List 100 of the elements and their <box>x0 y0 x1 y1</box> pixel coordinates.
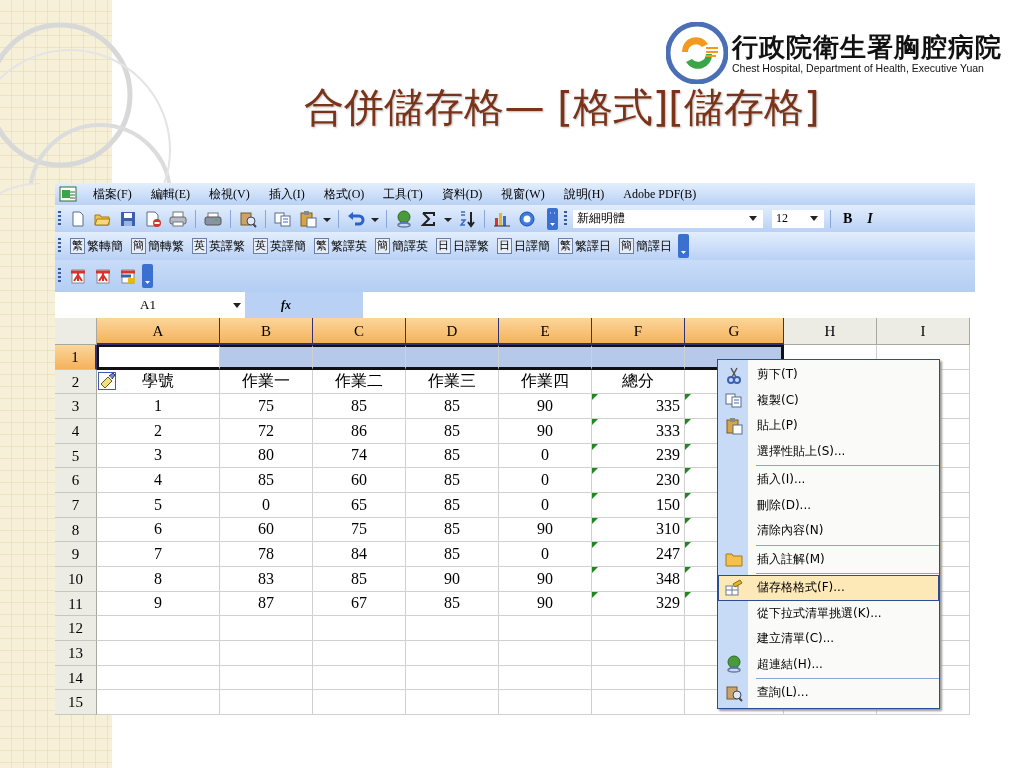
translate-glyph-icon: 英 <box>192 238 207 254</box>
column-header[interactable]: I <box>877 318 970 345</box>
row-header[interactable]: 14 <box>55 665 97 691</box>
row-header[interactable]: 2 <box>55 369 97 395</box>
translate-glyph-icon: 簡 <box>131 238 146 254</box>
translate-button[interactable]: 英 英譯簡 <box>251 237 308 255</box>
translate-glyph-icon: 日 <box>436 238 451 254</box>
context-menu-item[interactable]: 查詢(L)... <box>718 680 939 706</box>
context-menu-item[interactable]: 儲存格格式(F)... <box>718 575 939 601</box>
toolbar-overflow-icon[interactable] <box>142 264 153 288</box>
table-cell: 72 <box>220 418 313 444</box>
globe-link-icon[interactable] <box>395 209 413 228</box>
font-selector[interactable]: 新細明體 <box>573 209 763 228</box>
menu-item[interactable]: 編輯(E) <box>144 185 196 203</box>
translate-button[interactable]: 日 日譯簡 <box>495 237 552 255</box>
row-header[interactable]: 15 <box>55 690 97 715</box>
menu-item[interactable]: 檔案(F) <box>87 185 138 203</box>
row-header[interactable]: 4 <box>55 418 97 444</box>
table-cell: 85 <box>406 443 499 469</box>
insert-function-button[interactable]: fx <box>273 297 299 313</box>
copy-icon[interactable] <box>274 209 292 228</box>
row-header[interactable]: 11 <box>55 591 97 617</box>
help-icon[interactable] <box>518 209 536 228</box>
menu-item[interactable]: 格式(O) <box>317 185 371 203</box>
row-header[interactable]: 7 <box>55 492 97 518</box>
column-header[interactable]: B <box>220 318 313 345</box>
translate-button[interactable]: 簡 簡譯英 <box>373 237 430 255</box>
column-header[interactable]: G <box>685 318 784 345</box>
column-header[interactable]: C <box>313 318 406 345</box>
row-header[interactable]: 13 <box>55 640 97 666</box>
row-header[interactable]: 1 <box>55 345 97 370</box>
table-cell: 1 <box>97 394 220 419</box>
row-header[interactable]: 6 <box>55 468 97 493</box>
table-cell: 67 <box>313 591 406 617</box>
context-menu-item[interactable]: 建立清單(C)... <box>718 626 939 652</box>
menu-item[interactable]: 視窗(W) <box>495 185 551 203</box>
column-header[interactable]: F <box>592 318 685 345</box>
book-magnifier-icon[interactable] <box>239 209 257 228</box>
toolbar-overflow-icon[interactable] <box>547 207 558 230</box>
translate-button[interactable]: 繁 繁轉簡 <box>68 237 125 255</box>
new-document-icon[interactable] <box>69 209 87 228</box>
format-painter-icon[interactable] <box>98 371 116 390</box>
table-cell: 60 <box>220 517 313 543</box>
menu-item[interactable]: 工具(T) <box>377 185 429 203</box>
column-header[interactable]: E <box>499 318 592 345</box>
table-cell: 333 <box>592 418 685 444</box>
menu-item[interactable]: Adobe PDF(B) <box>617 186 703 202</box>
table-cell: 9 <box>97 591 220 617</box>
row-header[interactable]: 5 <box>55 443 97 469</box>
undo-icon[interactable] <box>347 209 365 228</box>
context-menu-item[interactable]: 貼上(P) <box>718 413 939 439</box>
translate-button[interactable]: 簡 簡轉繁 <box>129 237 186 255</box>
row-header[interactable]: 12 <box>55 616 97 641</box>
pdf-convert-icon[interactable] <box>69 267 87 285</box>
context-menu-item[interactable]: 剪下(T) <box>718 362 939 388</box>
row-header[interactable]: 8 <box>55 517 97 543</box>
menu-item[interactable]: 說明(H) <box>557 185 611 203</box>
name-box[interactable]: A1 <box>55 292 205 318</box>
toolbar-overflow-icon[interactable] <box>678 234 689 258</box>
translate-button[interactable]: 簡 簡譯日 <box>617 237 674 255</box>
document-restricted-icon[interactable] <box>144 209 162 228</box>
format-button[interactable]: I <box>861 210 879 227</box>
menu-item[interactable]: 資料(D) <box>435 185 489 203</box>
column-header[interactable]: D <box>406 318 499 345</box>
menu-item[interactable]: 檢視(V) <box>203 185 256 203</box>
column-header[interactable]: H <box>784 318 877 345</box>
printer-icon[interactable] <box>169 209 187 228</box>
font-size-selector[interactable]: 12 <box>772 209 824 228</box>
context-menu-item[interactable]: 插入(I)... <box>718 467 939 493</box>
sort-ascending-icon[interactable] <box>458 209 476 228</box>
sigma-icon[interactable] <box>420 209 438 228</box>
context-menu-item[interactable]: 刪除(D)... <box>718 492 939 518</box>
printer-icon[interactable] <box>204 209 222 228</box>
table-cell: 0 <box>499 443 592 469</box>
book-magnifier-icon <box>725 683 743 702</box>
context-menu-item[interactable]: 複製(C) <box>718 387 939 413</box>
table-cell: 85 <box>406 517 499 543</box>
dropdown-arrow-icon[interactable] <box>233 302 241 308</box>
context-menu-item[interactable]: 超連結(H)... <box>718 651 939 677</box>
row-header[interactable]: 10 <box>55 566 97 592</box>
translate-button[interactable]: 英 英譯繁 <box>190 237 247 255</box>
translate-button[interactable]: 日 日譯繁 <box>434 237 491 255</box>
context-menu-item[interactable]: 選擇性貼上(S)... <box>718 438 939 464</box>
column-header[interactable]: A <box>97 318 220 345</box>
table-cell: 90 <box>499 517 592 543</box>
translate-button[interactable]: 繁 繁譯日 <box>556 237 613 255</box>
context-menu-item[interactable]: 從下拉式清單挑選(K)... <box>718 600 939 626</box>
row-header[interactable]: 3 <box>55 394 97 419</box>
row-header[interactable]: 9 <box>55 542 97 567</box>
pdf-review-icon[interactable] <box>119 267 137 285</box>
pdf-convert-icon[interactable] <box>94 267 112 285</box>
save-icon[interactable] <box>119 209 137 228</box>
clipboard-icon[interactable] <box>299 209 317 228</box>
context-menu-item[interactable]: 清除內容(N) <box>718 518 939 544</box>
translate-button[interactable]: 繁 繁譯英 <box>312 237 369 255</box>
menu-item[interactable]: 插入(I) <box>262 185 311 203</box>
table-cell: 90 <box>499 394 592 419</box>
context-menu-item[interactable]: 插入註解(M) <box>718 546 939 572</box>
format-button[interactable]: B <box>837 210 859 227</box>
table-cell: 作業一 <box>220 369 313 395</box>
